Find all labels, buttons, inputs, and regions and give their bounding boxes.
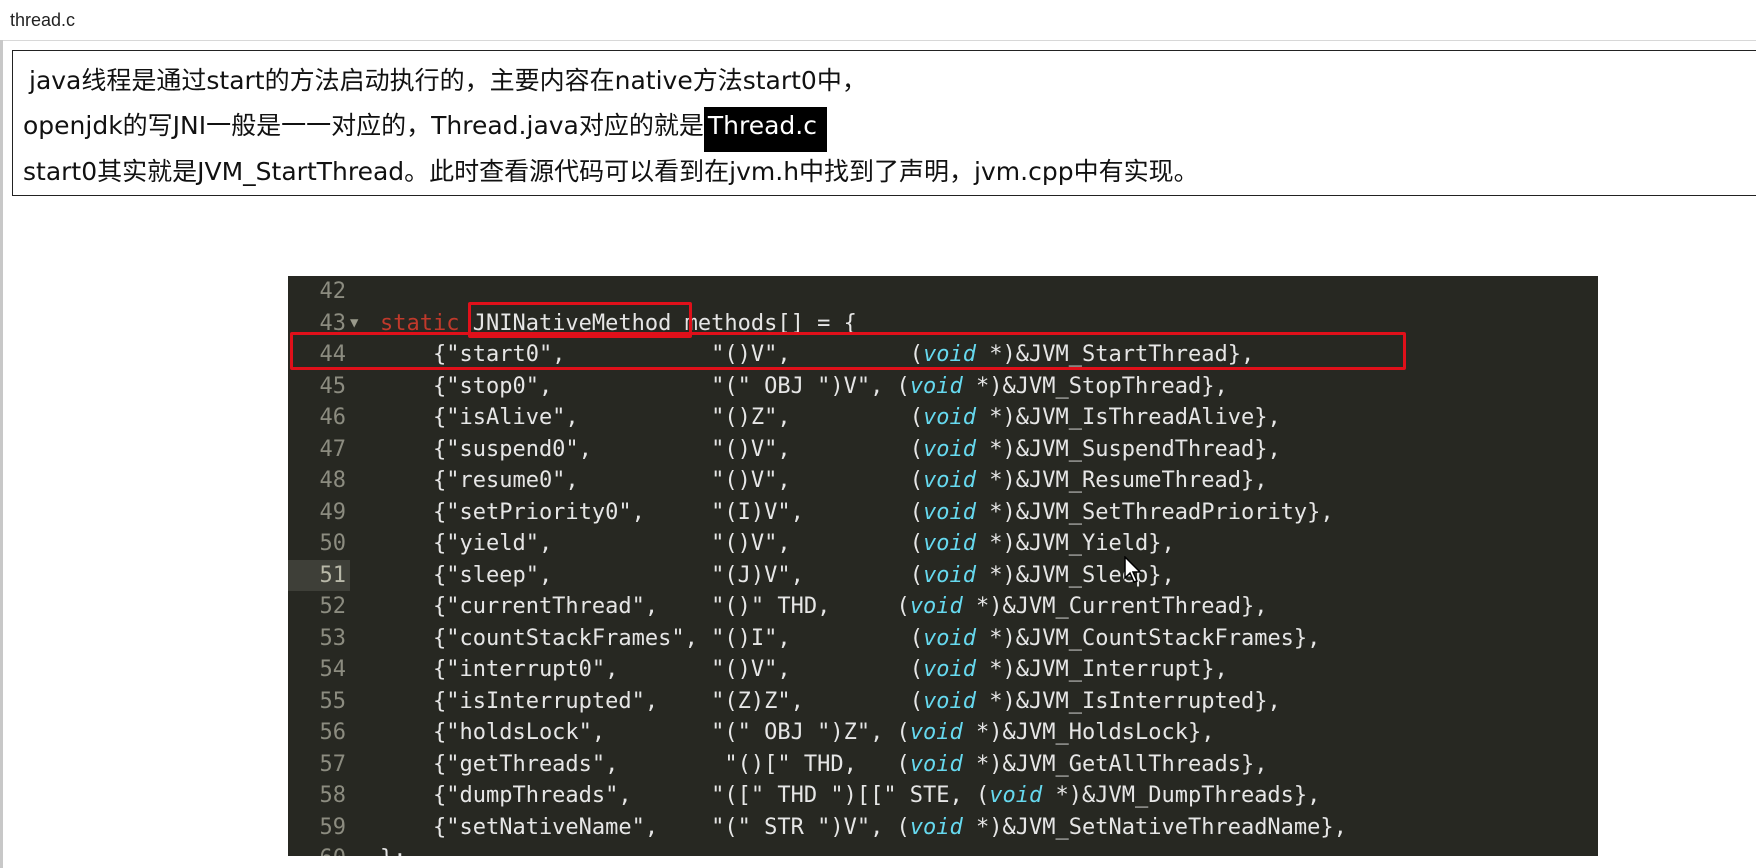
type-keyword: void <box>923 657 977 682</box>
code-line: 58 {"dumpThreads", "([" THD ")[[" STE, (… <box>288 780 1598 812</box>
type-keyword: void <box>909 373 963 399</box>
type-keyword: void <box>923 499 977 525</box>
type-keyword: void <box>923 625 977 651</box>
code-text: }; <box>380 846 407 856</box>
code-text: *)&JVM_Sleep}, <box>976 562 1175 588</box>
type-keyword: void <box>989 783 1043 808</box>
line-number: 50 <box>319 531 347 556</box>
page: thread.c java线程是通过start的方法启动执行的，主要内容在nat… <box>0 0 1756 868</box>
code-text: {"sleep", "(J)V", ( <box>380 562 924 588</box>
note-line-2: openjdk的写JNI一般是一一对应的，Thread.java对应的就是 Thr… <box>23 106 827 152</box>
code-text: {"setNativeName", "(" STR ")V", ( <box>380 814 910 840</box>
code-line: 60}; <box>288 843 1598 856</box>
line-number: 45 <box>319 373 347 399</box>
type-keyword: void <box>909 720 963 745</box>
type-keyword: void <box>923 436 977 462</box>
line-number: 47 <box>319 436 347 462</box>
code-text: {"isInterrupted", "(Z)Z", ( <box>380 688 924 714</box>
code-text: {"suspend0", "()V", ( <box>380 436 924 462</box>
code-line: 52 {"currentThread", "()" THD, (void *)&… <box>288 591 1598 623</box>
type-keyword: void <box>909 751 963 777</box>
code-text: *)&JVM_GetAllThreads}, <box>962 751 1268 777</box>
line-number: 46 <box>319 405 347 430</box>
code-text: {"getThreads", "()[" THD, ( <box>380 751 910 777</box>
code-text: *)&JVM_DumpThreads}, <box>1042 783 1321 808</box>
type-keyword: void <box>923 562 977 588</box>
line-number: 42 <box>319 279 347 304</box>
line-number: 59 <box>319 814 347 840</box>
line-number: 53 <box>319 625 347 651</box>
code-text: *)&JVM_SetNativeThreadName}, <box>962 814 1347 840</box>
code-text: {"countStackFrames", "()I", ( <box>380 625 924 651</box>
code-text: {"isAlive", "()Z", ( <box>380 405 924 430</box>
code-text: *)&JVM_StopThread}, <box>962 373 1228 399</box>
code-text: {"resume0", "()V", ( <box>380 468 924 493</box>
title-bar: thread.c <box>0 0 1756 41</box>
line-number: 52 <box>319 594 347 619</box>
highlighted-filename: Thread.c <box>703 107 827 152</box>
mouse-cursor-icon <box>1124 556 1142 583</box>
code-line: 46 {"isAlive", "()Z", (void *)&JVM_IsThr… <box>288 402 1598 434</box>
line-number: 58 <box>319 783 347 808</box>
code-text: *)&JVM_HoldsLock}, <box>962 720 1215 745</box>
line-number: 48 <box>319 468 347 493</box>
code-line: 57 {"getThreads", "()[" THD, (void *)&JV… <box>288 749 1598 781</box>
code-line: 53 {"countStackFrames", "()I", (void *)&… <box>288 623 1598 655</box>
type-keyword: void <box>923 405 977 430</box>
line-number: 56 <box>319 720 347 745</box>
code-text: *)&JVM_IsInterrupted}, <box>976 688 1281 714</box>
line-number: 57 <box>319 751 347 777</box>
code-text: *)&JVM_SuspendThread}, <box>976 436 1281 462</box>
note-line-2-text: openjdk的写JNI一般是一一对应的，Thread.java对应的就是 <box>23 111 704 140</box>
code-line: 59 {"setNativeName", "(" STR ")V", (void… <box>288 812 1598 844</box>
code-text: {"setPriority0", "(I)V", ( <box>380 499 924 525</box>
code-line: 45 {"stop0", "(" OBJ ")V", (void *)&JVM_… <box>288 371 1598 403</box>
note-box: java线程是通过start的方法启动执行的，主要内容在native方法star… <box>12 50 1756 196</box>
type-keyword: void <box>923 531 977 556</box>
code-text: {"holdsLock", "(" OBJ ")Z", ( <box>380 720 910 745</box>
code-text: {"interrupt0", "()V", ( <box>380 657 924 682</box>
code-line: 47 {"suspend0", "()V", (void *)&JVM_Susp… <box>288 434 1598 466</box>
code-line: 48 {"resume0", "()V", (void *)&JVM_Resum… <box>288 465 1598 497</box>
highlight-box-start0-line <box>290 332 1406 370</box>
code-text: *)&JVM_Yield}, <box>976 531 1175 556</box>
code-line: 49 {"setPriority0", "(I)V", (void *)&JVM… <box>288 497 1598 529</box>
line-number: 54 <box>319 657 347 682</box>
type-keyword: void <box>923 468 977 493</box>
code-line: 50 {"yield", "()V", (void *)&JVM_Yield}, <box>288 528 1598 560</box>
code-line: 54 {"interrupt0", "()V", (void *)&JVM_In… <box>288 654 1598 686</box>
code-text: *)&JVM_SetThreadPriority}, <box>976 499 1334 525</box>
window-title: thread.c <box>10 10 76 30</box>
note-line-1: java线程是通过start的方法启动执行的，主要内容在native方法star… <box>29 66 867 95</box>
code-text: *)&JVM_CountStackFrames}, <box>976 625 1321 651</box>
code-line: 51 {"sleep", "(J)V", (void *)&JVM_Sleep}… <box>288 559 1598 591</box>
line-number: 60 <box>288 843 350 856</box>
code-text: {"dumpThreads", "([" THD ")[[" STE, ( <box>380 783 990 808</box>
code-text: {"currentThread", "()" THD, ( <box>380 594 910 619</box>
code-line: 56 {"holdsLock", "(" OBJ ")Z", (void *)&… <box>288 717 1598 749</box>
type-keyword: void <box>909 814 963 840</box>
code-text: *)&JVM_IsThreadAlive}, <box>976 405 1281 430</box>
code-text: *)&JVM_ResumeThread}, <box>976 468 1268 493</box>
type-keyword: void <box>923 688 977 714</box>
type-keyword: void <box>909 594 963 619</box>
code-text: {"yield", "()V", ( <box>380 531 924 556</box>
code-line: 55 {"isInterrupted", "(Z)Z", (void *)&JV… <box>288 686 1598 718</box>
note-line-3: start0其实就是JVM_StartThread。此时查看源代码可以看到在jv… <box>23 157 1199 186</box>
code-text: *)&JVM_CurrentThread}, <box>962 594 1268 619</box>
line-number: 55 <box>319 688 347 714</box>
line-number: 51 <box>288 559 350 591</box>
line-number: 49 <box>319 499 347 525</box>
code-text: *)&JVM_Interrupt}, <box>976 657 1228 682</box>
code-text: {"stop0", "(" OBJ ")V", ( <box>380 373 910 399</box>
